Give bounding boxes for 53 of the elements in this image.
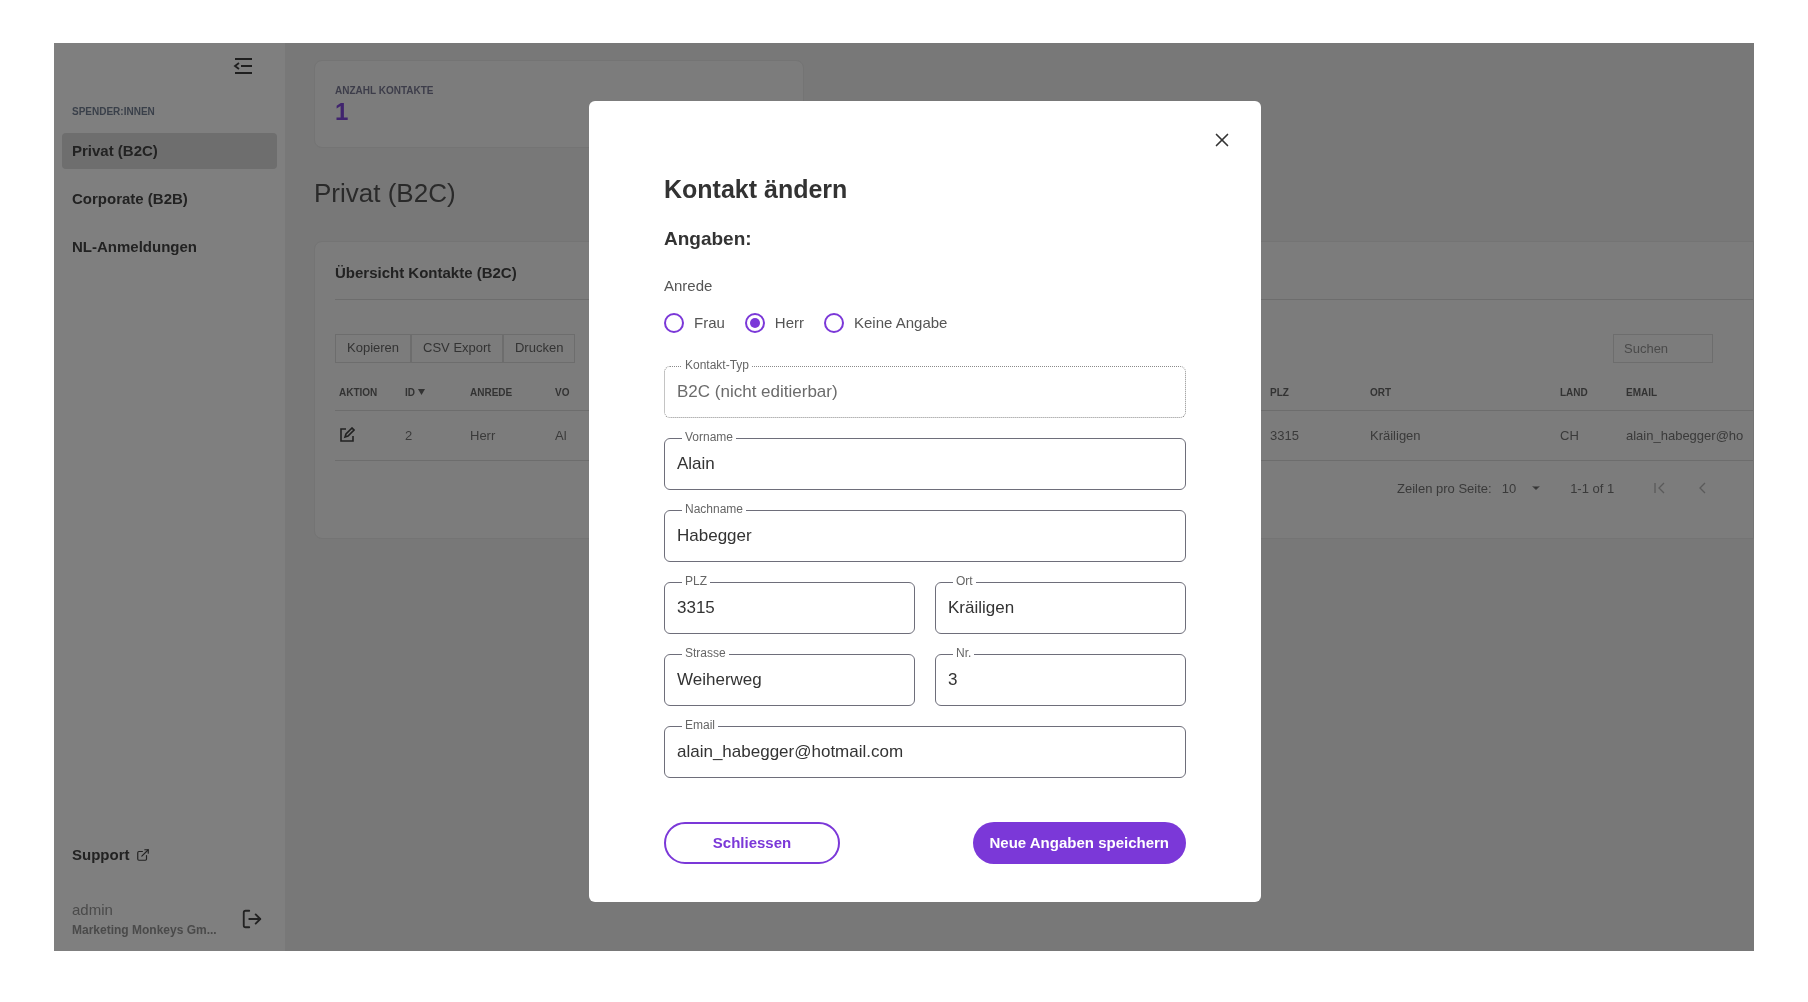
page-range: 1-1 of 1 (1570, 479, 1615, 498)
field-label: Vorname (682, 430, 737, 444)
external-link-icon (135, 848, 150, 863)
field-label: Strasse (682, 646, 729, 660)
radio-option[interactable]: Frau (664, 311, 725, 334)
radio-button[interactable] (664, 312, 684, 333)
toolbar-button[interactable]: Kopieren (335, 333, 412, 363)
rows-per-page-label: Zeilen pro Seite: (1397, 479, 1492, 498)
close-dialog-button[interactable]: Schliessen (664, 822, 840, 864)
edit-icon[interactable] (339, 427, 355, 443)
column-header[interactable]: ORT (1370, 384, 1392, 400)
field-label: Kontakt-Typ (682, 358, 753, 372)
support-link[interactable]: Support (72, 844, 277, 867)
column-header[interactable]: ANREDE (470, 384, 513, 400)
table-cell: Al (555, 428, 567, 443)
column-header[interactable]: ID (405, 384, 415, 400)
table-cell: 3315 (1270, 428, 1299, 443)
logout-icon[interactable] (241, 907, 263, 930)
toolbar-button[interactable]: CSV Export (411, 333, 503, 363)
radio-button[interactable] (744, 312, 765, 333)
page-title: Privat (B2C) (314, 177, 456, 210)
rows-per-page-select[interactable]: 10 (1501, 478, 1543, 498)
column-header[interactable]: VO (555, 384, 570, 400)
radio-option[interactable]: Keine Angabe (824, 311, 948, 334)
radio-button[interactable] (824, 312, 844, 333)
stats-value: 1 (335, 98, 350, 126)
table-cell: 2 (405, 428, 413, 443)
field-label: Nachname (682, 502, 747, 516)
section-title: Angaben: (664, 226, 753, 251)
field-label: Email (682, 718, 718, 732)
column-header[interactable]: EMAIL (1626, 384, 1658, 400)
card-title: Übersicht Kontakte (B2C) (335, 263, 517, 283)
stats-label: ANZAHL KONTAKTE (335, 84, 435, 98)
table-cell: Herr (470, 428, 496, 443)
dialog-title: Kontakt ändern (664, 174, 849, 205)
sidebar-item[interactable]: Privat (B2C) (62, 133, 277, 169)
save-button[interactable]: Neue Angaben speichern (972, 822, 1186, 864)
field-label: Ort (953, 574, 976, 588)
table-cell: Kräiligen (1370, 428, 1421, 443)
collapse-menu-icon[interactable] (233, 58, 253, 74)
table-cell: CH (1560, 428, 1579, 443)
radio-option[interactable]: Herr (744, 311, 804, 334)
column-header[interactable]: LAND (1560, 384, 1588, 400)
toolbar-button[interactable]: Drucken (502, 333, 576, 363)
column-header[interactable]: PLZ (1270, 384, 1289, 400)
sidebar-item[interactable]: NL-Anmeldungen (62, 229, 277, 265)
column-header[interactable]: AKTION (339, 384, 378, 400)
radio-group-label: Anrede (664, 276, 714, 296)
section-label: SPENDER:INNEN (72, 105, 156, 119)
sidebar-item[interactable]: Corporate (B2B) (62, 181, 277, 217)
table-cell: alain_habegger@ho (1626, 428, 1744, 443)
field-label: Nr. (953, 646, 975, 660)
field-label: PLZ (682, 574, 710, 588)
